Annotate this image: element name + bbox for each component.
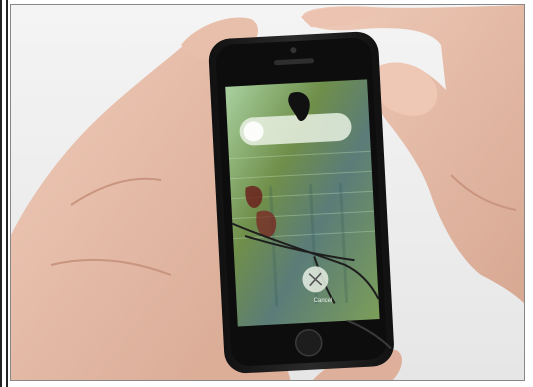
photo-illustration [11,5,524,380]
photo: Cancel [10,4,525,381]
phone [208,31,394,374]
left-rule [0,0,2,387]
left-rule-inner [6,0,8,387]
photo-frame: Cancel [0,0,533,387]
cancel-label: Cancel [313,298,333,304]
